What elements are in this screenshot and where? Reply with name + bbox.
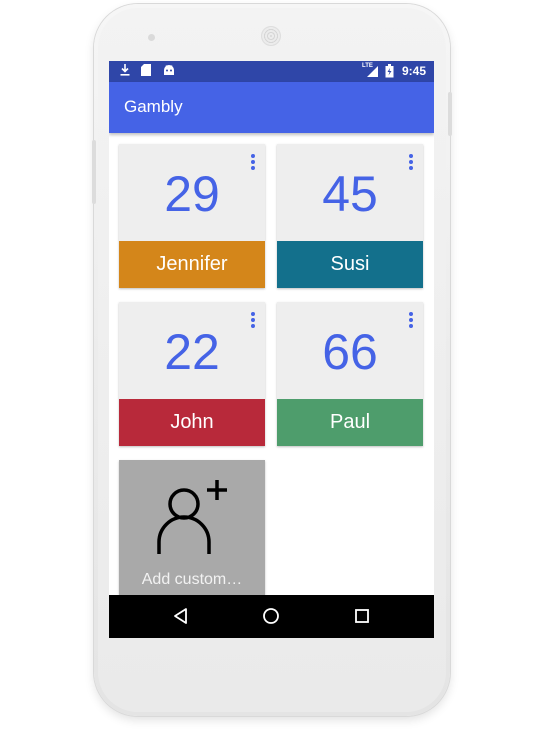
back-icon[interactable] bbox=[171, 606, 191, 626]
clock: 9:45 bbox=[401, 64, 426, 78]
player-name: Jennifer bbox=[119, 241, 265, 288]
app-title: Gambly bbox=[124, 97, 183, 116]
recents-icon[interactable] bbox=[352, 606, 372, 626]
more-options-icon[interactable] bbox=[409, 312, 413, 328]
battery-icon bbox=[385, 64, 394, 82]
phone-side-button bbox=[92, 140, 96, 204]
network-type-label: LTE bbox=[362, 63, 373, 69]
front-sensor bbox=[148, 34, 155, 41]
player-name: John bbox=[119, 399, 265, 446]
app-bar: Gambly bbox=[109, 82, 434, 133]
more-options-icon[interactable] bbox=[409, 154, 413, 170]
android-icon bbox=[163, 64, 175, 80]
download-icon bbox=[120, 64, 130, 80]
status-bar: LTE 9:45 bbox=[109, 61, 434, 82]
player-card-susi[interactable]: 45 Susi bbox=[277, 144, 423, 288]
player-score: 66 bbox=[322, 324, 378, 380]
player-card-jennifer[interactable]: 29 Jennifer bbox=[119, 144, 265, 288]
sd-card-icon bbox=[141, 64, 151, 80]
player-name: Susi bbox=[277, 241, 423, 288]
more-options-icon[interactable] bbox=[251, 312, 255, 328]
earpiece-speaker bbox=[261, 26, 281, 46]
more-options-icon[interactable] bbox=[251, 154, 255, 170]
player-score: 22 bbox=[164, 324, 220, 380]
navigation-bar bbox=[109, 595, 434, 638]
player-name: Paul bbox=[277, 399, 423, 446]
player-score: 29 bbox=[164, 166, 220, 222]
add-customer-label: Add custom… bbox=[141, 571, 243, 588]
add-customer-button[interactable]: Add custom… bbox=[119, 460, 265, 595]
home-icon[interactable] bbox=[261, 606, 281, 626]
phone-side-button bbox=[448, 92, 452, 136]
add-person-icon bbox=[157, 480, 227, 554]
screen: LTE 9:45 Gambly 29 Jennifer 45 Susi 22 J… bbox=[109, 61, 434, 638]
player-card-john[interactable]: 22 John bbox=[119, 302, 265, 446]
player-card-paul[interactable]: 66 Paul bbox=[277, 302, 423, 446]
player-score: 45 bbox=[322, 166, 378, 222]
